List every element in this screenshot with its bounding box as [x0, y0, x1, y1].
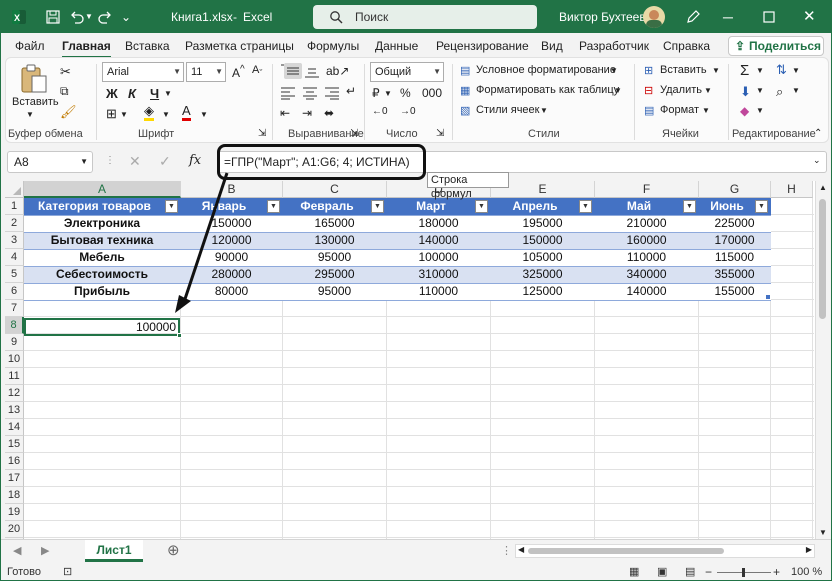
- horizontal-scrollbar[interactable]: ◀ ▶: [515, 544, 815, 558]
- sheet-tab-bar: ◀ ▶ Лист1 ⊕ ⋮ ◀ ▶: [1, 539, 831, 563]
- status-text: Готово: [7, 566, 41, 578]
- zoom-out-icon[interactable]: −: [705, 565, 712, 579]
- page-break-view-icon[interactable]: ▤: [685, 565, 695, 578]
- zoom-in-icon[interactable]: +: [773, 565, 780, 579]
- excel-window: X ▼ ⌄ Книга1.xlsx - Excel Поиск Виктор Б…: [0, 0, 832, 581]
- normal-view-icon[interactable]: ▦: [629, 565, 639, 578]
- formula-bar-tooltip: Строка формул: [427, 172, 509, 200]
- annotation-arrow: [175, 172, 229, 313]
- sheet-tab-label: Лист1: [96, 543, 132, 557]
- previous-sheet-icon[interactable]: ◀: [13, 544, 21, 557]
- status-bar: Готово ⊡ ▦ ▣ ▤ − + 100 %: [1, 563, 831, 580]
- page-layout-view-icon[interactable]: ▣: [657, 565, 667, 578]
- horizontal-scroll-thumb[interactable]: [528, 548, 724, 554]
- scroll-left-icon[interactable]: ◀: [518, 545, 524, 554]
- sheet-tab-list1[interactable]: Лист1: [85, 540, 143, 562]
- add-sheet-icon[interactable]: ⊕: [167, 541, 180, 559]
- next-sheet-icon[interactable]: ▶: [41, 544, 49, 557]
- zoom-slider-thumb[interactable]: [742, 568, 745, 577]
- accessibility-icon[interactable]: ⊡: [63, 565, 72, 578]
- zoom-level[interactable]: 100 %: [791, 566, 822, 578]
- sheet-tabs-more-icon[interactable]: ⋮: [501, 544, 512, 557]
- scroll-right-icon[interactable]: ▶: [806, 545, 812, 554]
